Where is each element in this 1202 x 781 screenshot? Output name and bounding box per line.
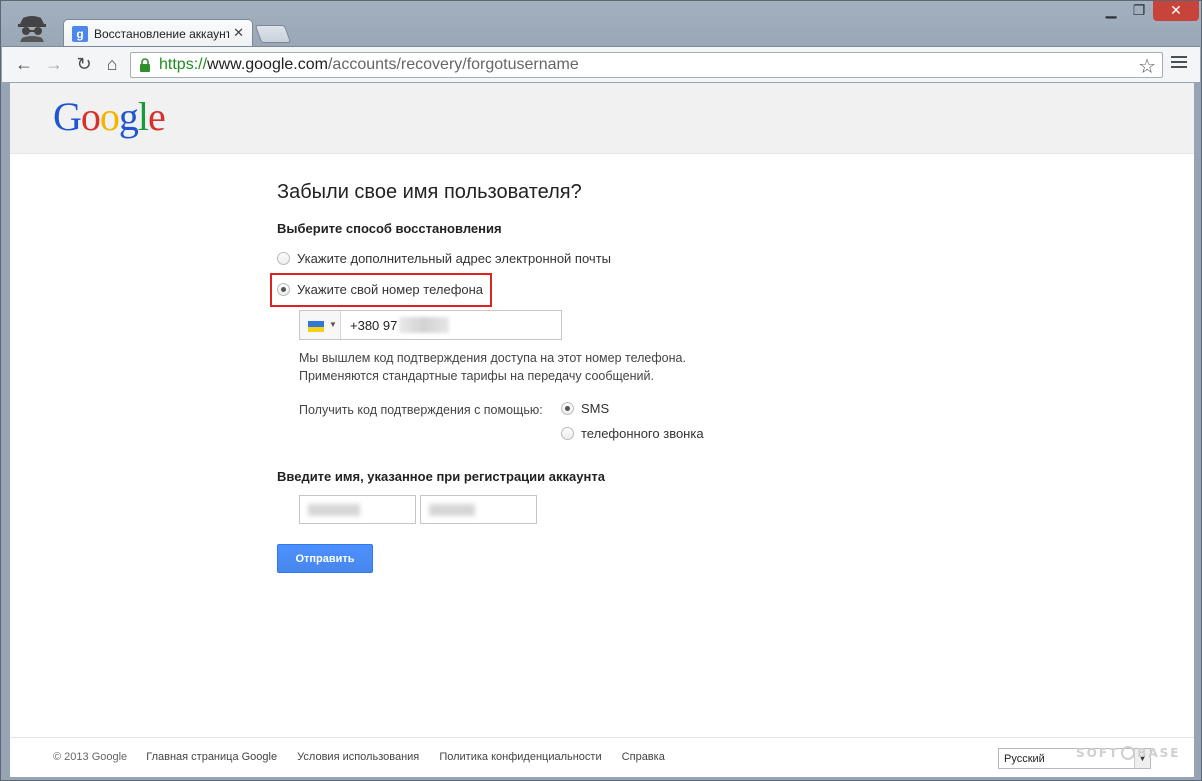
- tab-title: Восстановление аккаунта: [94, 27, 229, 41]
- google-favicon-icon: g: [72, 26, 88, 42]
- home-icon[interactable]: ⌂: [100, 52, 124, 76]
- maximize-button[interactable]: ❐: [1125, 1, 1153, 21]
- url-text: https://www.google.com/accounts/recovery…: [159, 56, 579, 74]
- tab-close-icon[interactable]: ✕: [233, 25, 244, 41]
- phone-number-value: +380 97: [350, 317, 450, 333]
- last-name-field[interactable]: [420, 495, 537, 524]
- phone-radio[interactable]: [277, 283, 290, 296]
- method-heading: Выберите способ восстановления: [277, 221, 502, 236]
- option-sms[interactable]: SMS: [561, 401, 609, 416]
- url-path: /accounts/recovery/forgotusername: [327, 56, 579, 73]
- recovery-form: Забыли свое имя пользователя? Выберите с…: [270, 181, 704, 573]
- footer-link-terms[interactable]: Условия использования: [297, 751, 419, 763]
- page-header: Google: [10, 83, 1194, 154]
- option-email-label: Укажите дополнительный адрес электронной…: [297, 251, 611, 266]
- watermark-logo: SOFT BASE: [1076, 746, 1181, 760]
- browser-window: g Восстановление аккаунта ✕ ▁ ❐ ✕ ← → ↻ …: [0, 0, 1202, 781]
- address-bar[interactable]: https://www.google.com/accounts/recovery…: [130, 52, 1163, 78]
- blurred-digits: [399, 317, 450, 333]
- lock-icon: [140, 58, 150, 72]
- minimize-button[interactable]: ▁: [1097, 1, 1125, 21]
- page-title: Забыли свое имя пользователя?: [277, 181, 582, 203]
- incognito-icon: [18, 16, 46, 42]
- email-radio[interactable]: [277, 252, 290, 265]
- url-scheme: https://: [159, 56, 208, 73]
- back-arrow-icon[interactable]: ←: [12, 52, 36, 76]
- first-name-field[interactable]: [299, 495, 416, 524]
- sms-radio[interactable]: [561, 402, 574, 415]
- option-phone-label: Укажите свой номер телефона: [297, 282, 484, 297]
- footer-link-home[interactable]: Главная страница Google: [146, 751, 277, 763]
- language-value: Русский: [1004, 753, 1045, 765]
- forward-arrow-icon[interactable]: →: [42, 52, 66, 76]
- browser-toolbar: ← → ↻ ⌂ https://www.google.com/accounts/…: [2, 46, 1200, 82]
- web-page: Google Забыли свое имя пользователя? Выб…: [10, 83, 1194, 777]
- url-host: www.google.com: [207, 56, 328, 73]
- ukraine-flag-icon: [308, 321, 324, 332]
- option-call[interactable]: телефонного звонка: [561, 426, 704, 441]
- receive-via-label: Получить код подтверждения с помощью:: [299, 403, 543, 417]
- sms-note: Мы вышлем код подтверждения доступа на э…: [299, 351, 686, 383]
- footer-link-privacy[interactable]: Политика конфиденциальности: [439, 751, 601, 763]
- new-tab-button[interactable]: [254, 25, 292, 43]
- page-footer: © 2013 Google Главная страница Google Ус…: [10, 737, 1194, 777]
- call-radio[interactable]: [561, 427, 574, 440]
- submit-button[interactable]: Отправить: [277, 544, 373, 573]
- reload-icon[interactable]: ↻: [72, 52, 96, 76]
- bookmark-star-icon[interactable]: ☆: [1138, 54, 1156, 79]
- tab-strip: g Восстановление аккаунта ✕ ▁ ❐ ✕: [1, 1, 1201, 47]
- option-sms-label: SMS: [581, 401, 610, 416]
- menu-icon[interactable]: [1171, 56, 1187, 72]
- footer-link-help[interactable]: Справка: [622, 751, 665, 763]
- name-heading: Введите имя, указанное при регистрации а…: [277, 469, 605, 484]
- active-tab[interactable]: g Восстановление аккаунта ✕: [63, 19, 253, 47]
- chevron-down-icon: ▼: [329, 320, 337, 329]
- option-call-label: телефонного звонка: [581, 426, 704, 441]
- copyright: © 2013 Google: [53, 751, 128, 763]
- footer-links: © 2013 Google Главная страница Google Ус…: [53, 751, 682, 763]
- option-phone[interactable]: Укажите свой номер телефона: [277, 282, 483, 300]
- close-window-button[interactable]: ✕: [1153, 1, 1199, 21]
- phone-input[interactable]: ▼ +380 97: [299, 310, 562, 340]
- country-select[interactable]: ▼: [300, 311, 341, 339]
- option-email[interactable]: Укажите дополнительный адрес электронной…: [277, 251, 611, 269]
- google-logo[interactable]: Google: [53, 93, 166, 140]
